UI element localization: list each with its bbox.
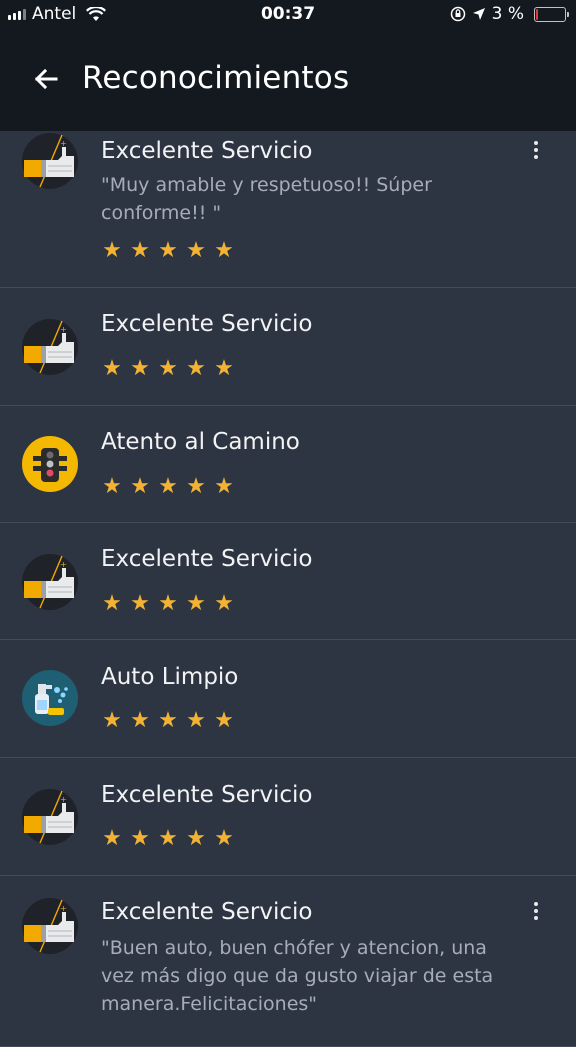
recognition-item[interactable]: + Excelente Servicio ★ ★ ★ ★ ★ xyxy=(0,758,576,876)
more-options-icon[interactable] xyxy=(526,896,546,926)
star-icon: ★ xyxy=(158,591,178,616)
thumbs-up-icon: + xyxy=(22,554,78,610)
svg-text:+: + xyxy=(60,325,67,334)
thumbs-up-icon: + xyxy=(22,898,78,954)
star-icon: ★ xyxy=(130,826,150,851)
star-icon: ★ xyxy=(186,356,206,381)
svg-text:+: + xyxy=(60,560,67,569)
star-icon: ★ xyxy=(130,708,150,733)
star-icon: ★ xyxy=(214,356,234,381)
recognition-item[interactable]: + Excelente Servicio ★ ★ ★ ★ ★ xyxy=(0,523,576,640)
star-icon: ★ xyxy=(214,708,234,733)
star-icon: ★ xyxy=(102,356,122,381)
star-icon: ★ xyxy=(186,708,206,733)
battery-icon xyxy=(534,6,569,22)
star-icon: ★ xyxy=(130,356,150,381)
star-icon: ★ xyxy=(214,474,234,499)
star-icon: ★ xyxy=(214,826,234,851)
star-icon: ★ xyxy=(130,591,150,616)
orientation-lock-icon xyxy=(450,6,465,22)
star-icon: ★ xyxy=(186,826,206,851)
status-bar: Antel 00:37 3 % xyxy=(0,0,576,30)
star-icon: ★ xyxy=(102,826,122,851)
recognition-title: Excelente Servicio xyxy=(101,138,313,164)
more-options-icon[interactable] xyxy=(526,135,546,165)
recognition-title: Excelente Servicio xyxy=(101,546,313,572)
star-rating: ★ ★ ★ ★ ★ xyxy=(100,239,236,263)
svg-text:+: + xyxy=(60,795,67,804)
star-icon: ★ xyxy=(102,474,122,499)
star-icon: ★ xyxy=(130,238,150,263)
star-rating: ★ ★ ★ ★ ★ xyxy=(100,475,236,499)
star-icon: ★ xyxy=(186,591,206,616)
star-rating: ★ ★ ★ ★ ★ xyxy=(100,357,236,381)
location-arrow-icon xyxy=(472,8,485,20)
recognition-item[interactable]: Atento al Camino ★ ★ ★ ★ ★ xyxy=(0,406,576,523)
star-icon: ★ xyxy=(158,356,178,381)
battery-percent: 3 % xyxy=(491,4,524,24)
recognition-comment: "Buen auto, buen chófer y atencion, una … xyxy=(101,937,494,1015)
star-icon: ★ xyxy=(102,238,122,263)
recognition-item[interactable]: Auto Limpio ★ ★ ★ ★ ★ xyxy=(0,640,576,758)
svg-text:+: + xyxy=(60,904,67,913)
recognition-title: Excelente Servicio xyxy=(101,311,313,337)
back-button[interactable] xyxy=(30,63,62,95)
battery-level-fill xyxy=(536,8,538,20)
recognitions-list: + Excelente Servicio "Muy amable y respet… xyxy=(0,131,576,1047)
star-icon: ★ xyxy=(158,238,178,263)
traffic-light-icon xyxy=(22,436,78,492)
recognition-item[interactable]: + Excelente Servicio "Buen auto, buen chó… xyxy=(0,876,576,1047)
svg-text:+: + xyxy=(60,139,67,148)
recognition-comment: "Muy amable y respetuoso!! Súper conform… xyxy=(101,174,432,224)
star-icon: ★ xyxy=(214,238,234,263)
recognition-item[interactable]: + Excelente Servicio ★ ★ ★ ★ ★ xyxy=(0,288,576,406)
app-bar: Reconocimientos xyxy=(0,30,576,131)
recognition-title: Excelente Servicio xyxy=(101,899,313,925)
star-icon: ★ xyxy=(102,591,122,616)
recognition-title: Excelente Servicio xyxy=(101,782,313,808)
star-icon: ★ xyxy=(186,238,206,263)
thumbs-up-icon: + xyxy=(22,319,78,375)
star-icon: ★ xyxy=(130,474,150,499)
recognition-title: Auto Limpio xyxy=(101,664,239,690)
star-icon: ★ xyxy=(102,708,122,733)
recognition-item[interactable]: + Excelente Servicio "Muy amable y respet… xyxy=(0,131,576,288)
spray-bottle-icon xyxy=(22,670,78,726)
thumbs-up-icon: + xyxy=(22,789,78,845)
status-right: 3 % xyxy=(450,4,569,24)
star-icon: ★ xyxy=(214,591,234,616)
star-rating: ★ ★ ★ ★ ★ xyxy=(100,827,236,851)
recognition-title: Atento al Camino xyxy=(101,429,300,455)
star-icon: ★ xyxy=(186,474,206,499)
star-icon: ★ xyxy=(158,708,178,733)
star-rating: ★ ★ ★ ★ ★ xyxy=(100,709,236,733)
page-title: Reconocimientos xyxy=(82,60,350,96)
arrow-left-icon xyxy=(34,68,58,90)
star-icon: ★ xyxy=(158,474,178,499)
star-rating: ★ ★ ★ ★ ★ xyxy=(100,592,236,616)
thumbs-up-icon: + xyxy=(22,133,78,189)
star-icon: ★ xyxy=(158,826,178,851)
